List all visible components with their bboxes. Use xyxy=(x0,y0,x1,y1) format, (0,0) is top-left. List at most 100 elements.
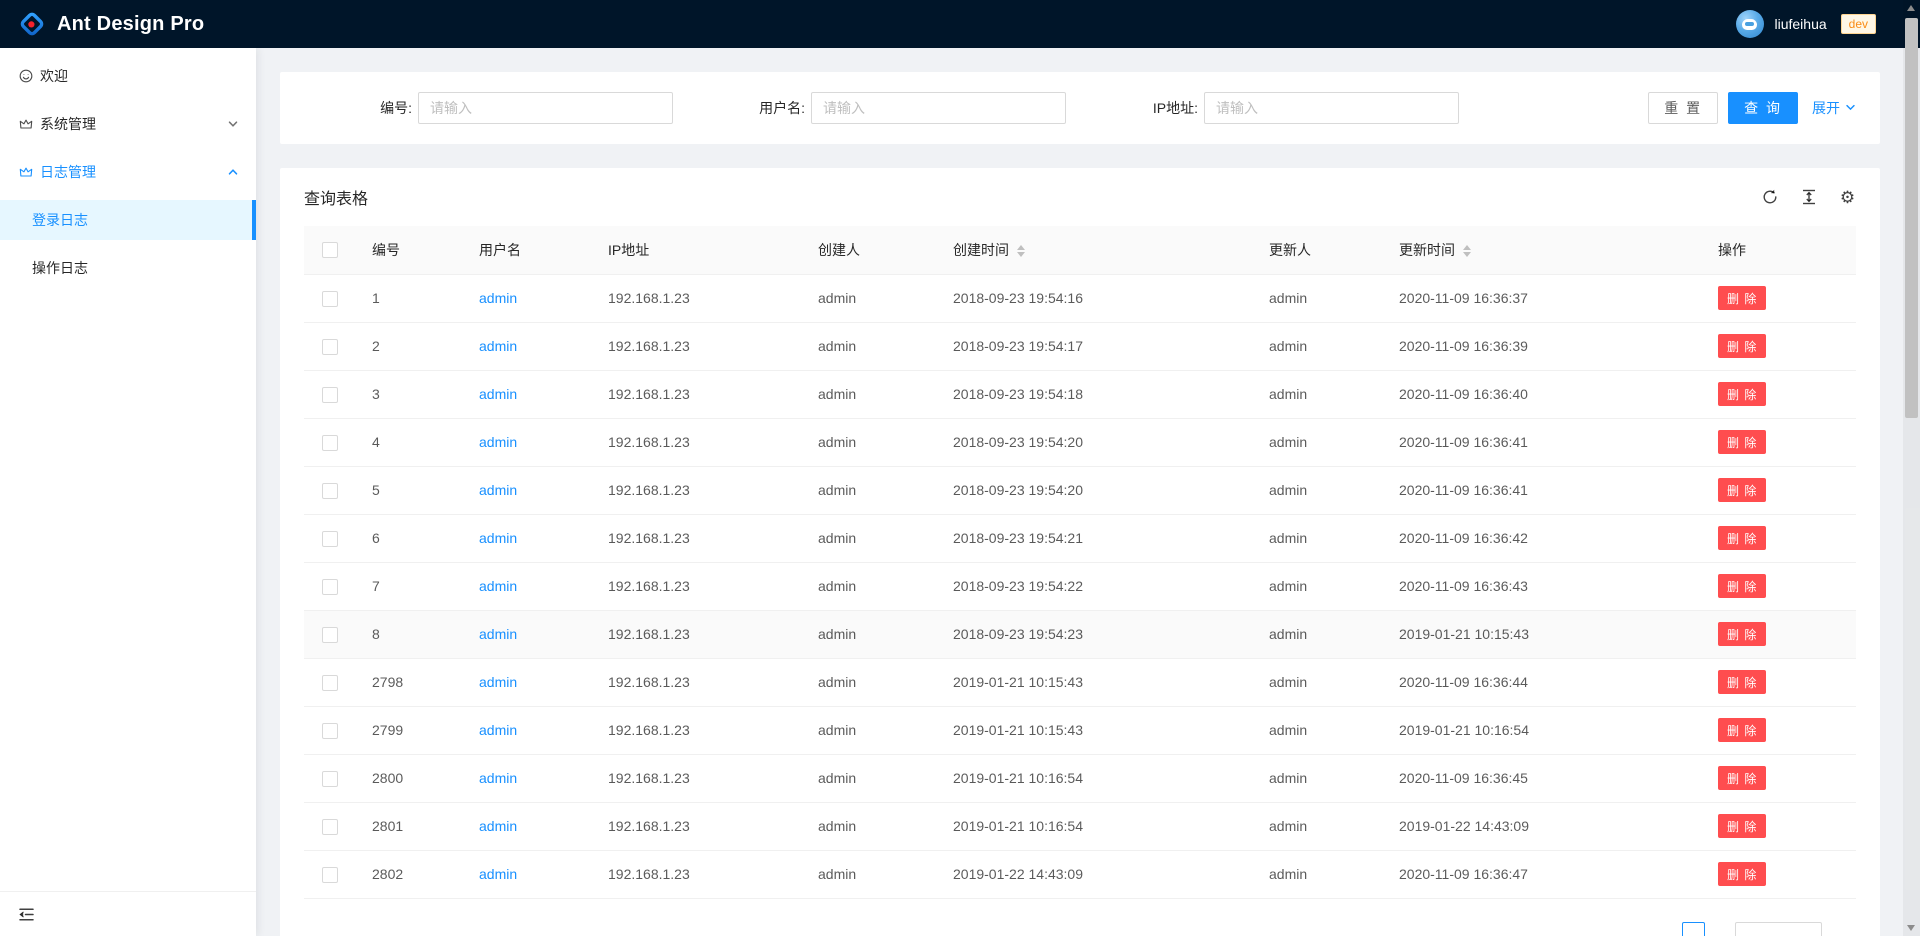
row-checkbox[interactable] xyxy=(322,627,338,643)
cell-created-time: 2019-01-22 14:43:09 xyxy=(937,850,1253,898)
delete-button[interactable]: 删 除 xyxy=(1718,334,1766,358)
sidebar-item-operation-log[interactable]: 操作日志 xyxy=(0,248,256,288)
scroll-up-icon[interactable] xyxy=(1907,5,1915,11)
filter-label-ip: IP地址: xyxy=(1066,98,1204,118)
row-checkbox[interactable] xyxy=(322,771,338,787)
cell-updater: admin xyxy=(1253,850,1383,898)
username-link[interactable]: admin xyxy=(479,290,517,306)
delete-button[interactable]: 删 除 xyxy=(1718,862,1766,886)
delete-button[interactable]: 删 除 xyxy=(1718,382,1766,406)
row-checkbox[interactable] xyxy=(322,291,338,307)
cell-updater: admin xyxy=(1253,658,1383,706)
filter-label-id: 编号: xyxy=(280,98,418,118)
sidebar-item-label: 登录日志 xyxy=(32,210,88,230)
cell-creator: admin xyxy=(802,802,937,850)
username-link[interactable]: admin xyxy=(479,578,517,594)
sort-caret-icon[interactable] xyxy=(1017,245,1025,257)
cell-id: 3 xyxy=(356,370,463,418)
username-link[interactable]: admin xyxy=(479,386,517,402)
table-row: 2802 admin 192.168.1.23 admin 2019-01-22… xyxy=(304,850,1856,898)
row-checkbox[interactable] xyxy=(322,435,338,451)
cell-updated-time: 2020-11-09 16:36:42 xyxy=(1383,514,1702,562)
pagination-active-page[interactable] xyxy=(1682,922,1705,936)
table-row: 2800 admin 192.168.1.23 admin 2019-01-21… xyxy=(304,754,1856,802)
column-header-updated-time[interactable]: 更新时间 xyxy=(1383,226,1702,274)
scroll-down-icon[interactable] xyxy=(1907,925,1915,931)
username-link[interactable]: admin xyxy=(479,626,517,642)
logo[interactable]: Ant Design Pro xyxy=(18,10,204,38)
username-link[interactable]: admin xyxy=(479,338,517,354)
user-avatar[interactable] xyxy=(1736,10,1764,38)
id-input[interactable] xyxy=(418,92,673,124)
ip-input[interactable] xyxy=(1204,92,1459,124)
delete-button[interactable]: 删 除 xyxy=(1718,430,1766,454)
menu-fold-icon[interactable] xyxy=(18,906,35,923)
cell-creator: admin xyxy=(802,370,937,418)
delete-button[interactable]: 删 除 xyxy=(1718,574,1766,598)
cell-id: 2799 xyxy=(356,706,463,754)
sidebar-item-label: 日志管理 xyxy=(40,162,96,182)
username-link[interactable]: admin xyxy=(479,866,517,882)
header-user-area[interactable]: liufeihua dev xyxy=(1736,10,1876,38)
row-checkbox[interactable] xyxy=(322,675,338,691)
sidebar-item-login-log[interactable]: 登录日志 xyxy=(0,200,256,240)
username-link[interactable]: admin xyxy=(479,530,517,546)
delete-button[interactable]: 删 除 xyxy=(1718,718,1766,742)
row-checkbox[interactable] xyxy=(322,819,338,835)
row-checkbox[interactable] xyxy=(322,387,338,403)
row-checkbox[interactable] xyxy=(322,867,338,883)
search-button[interactable]: 查 询 xyxy=(1728,92,1798,124)
cell-updated-time: 2019-01-22 14:43:09 xyxy=(1383,802,1702,850)
username-link[interactable]: admin xyxy=(479,722,517,738)
row-checkbox[interactable] xyxy=(322,579,338,595)
scrollbar-thumb[interactable] xyxy=(1905,18,1918,418)
scrollbar[interactable] xyxy=(1903,0,1920,936)
username-link[interactable]: admin xyxy=(479,482,517,498)
row-checkbox[interactable] xyxy=(322,483,338,499)
cell-creator: admin xyxy=(802,850,937,898)
sidebar-item-log-management[interactable]: 日志管理 xyxy=(0,152,256,192)
delete-button[interactable]: 删 除 xyxy=(1718,622,1766,646)
sidebar-menu: 欢迎 系统管理 日志管理 xyxy=(0,56,256,288)
query-table: 编号 用户名 IP地址 创建人 创建时间 更新人 更新时间 操作 xyxy=(304,226,1856,899)
sort-caret-icon[interactable] xyxy=(1463,245,1471,257)
row-checkbox[interactable] xyxy=(322,531,338,547)
username-link[interactable]: admin xyxy=(479,770,517,786)
username-link[interactable]: admin xyxy=(479,674,517,690)
cell-creator: admin xyxy=(802,514,937,562)
filter-field-id: 编号: xyxy=(280,92,673,124)
row-checkbox[interactable] xyxy=(322,339,338,355)
sidebar-item-system-management[interactable]: 系统管理 xyxy=(0,104,256,144)
sidebar-item-label: 系统管理 xyxy=(40,114,96,134)
column-header-created-time[interactable]: 创建时间 xyxy=(937,226,1253,274)
cell-ip: 192.168.1.23 xyxy=(592,610,802,658)
pagination-size-select[interactable] xyxy=(1735,922,1822,936)
chevron-down-icon xyxy=(227,118,239,130)
delete-button[interactable]: 删 除 xyxy=(1718,526,1766,550)
cell-id: 8 xyxy=(356,610,463,658)
cell-creator: admin xyxy=(802,274,937,322)
expand-link[interactable]: 展开 xyxy=(1812,98,1856,118)
settings-icon[interactable]: ⚙ xyxy=(1839,189,1856,206)
username-input[interactable] xyxy=(811,92,1066,124)
row-checkbox[interactable] xyxy=(322,723,338,739)
cell-creator: admin xyxy=(802,754,937,802)
cell-ip: 192.168.1.23 xyxy=(592,274,802,322)
delete-button[interactable]: 删 除 xyxy=(1718,286,1766,310)
username-link[interactable]: admin xyxy=(479,434,517,450)
delete-button[interactable]: 删 除 xyxy=(1718,766,1766,790)
username-link[interactable]: admin xyxy=(479,818,517,834)
cell-updated-time: 2020-11-09 16:36:41 xyxy=(1383,466,1702,514)
reset-button[interactable]: 重 置 xyxy=(1648,92,1718,124)
delete-button[interactable]: 删 除 xyxy=(1718,814,1766,838)
table-row: 2801 admin 192.168.1.23 admin 2019-01-21… xyxy=(304,802,1856,850)
cell-id: 1 xyxy=(356,274,463,322)
reload-icon[interactable] xyxy=(1761,189,1778,206)
delete-button[interactable]: 删 除 xyxy=(1718,478,1766,502)
filter-card: 编号: 用户名: IP地址: 重 置 查 询 展开 xyxy=(280,72,1880,144)
select-all-checkbox[interactable] xyxy=(322,242,338,258)
delete-button[interactable]: 删 除 xyxy=(1718,670,1766,694)
column-height-icon[interactable] xyxy=(1800,189,1817,206)
sidebar-item-welcome[interactable]: 欢迎 xyxy=(0,56,256,96)
column-header-id: 编号 xyxy=(356,226,463,274)
